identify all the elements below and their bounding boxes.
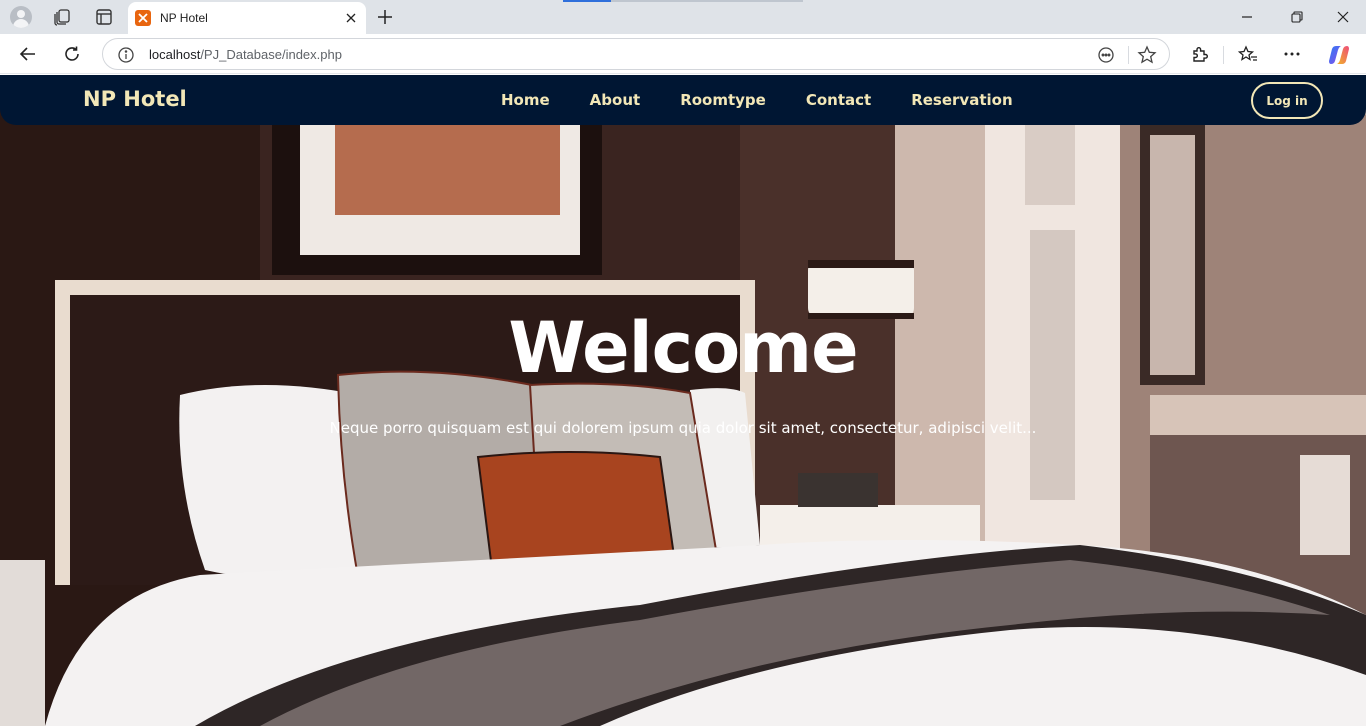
nav-link-contact[interactable]: Contact	[806, 91, 871, 109]
new-tab-icon	[378, 10, 392, 24]
address-bar[interactable]: localhost/PJ_Database/index.php	[102, 38, 1170, 70]
site-navbar: NP Hotel Home About Roomtype Contact Res…	[0, 75, 1366, 125]
hero-title: Welcome	[508, 307, 858, 389]
reload-icon	[65, 46, 79, 61]
close-icon	[346, 13, 356, 23]
brand-logo[interactable]: NP Hotel	[83, 87, 187, 111]
profile-icon	[10, 6, 32, 28]
hotel-room-photo	[0, 75, 1366, 726]
copilot-icon	[1329, 46, 1349, 64]
more-button[interactable]	[1280, 42, 1304, 66]
minimize-button[interactable]	[1236, 6, 1258, 28]
login-button[interactable]: Log in	[1251, 82, 1323, 119]
reader-icon[interactable]	[1096, 45, 1116, 65]
tab-actions-icon	[96, 9, 112, 25]
xampp-favicon	[135, 10, 151, 26]
nav-link-reservation[interactable]: Reservation	[911, 91, 1012, 109]
browser-tab-bar: NP Hotel	[0, 0, 1366, 34]
maximize-icon	[1291, 11, 1303, 23]
hero-section	[0, 75, 1366, 726]
toolbar-separator	[1223, 46, 1224, 64]
tab-actions-button[interactable]	[92, 5, 116, 29]
extensions-button[interactable]	[1188, 42, 1212, 66]
favorite-star-icon[interactable]	[1137, 45, 1157, 65]
main-nav: Home About Roomtype Contact Reservation	[501, 91, 1053, 109]
nav-link-roomtype[interactable]: Roomtype	[680, 91, 766, 109]
new-tab-button[interactable]	[374, 6, 396, 28]
workspaces-button[interactable]	[50, 5, 74, 29]
back-icon	[19, 47, 35, 61]
tab-title: NP Hotel	[160, 11, 208, 25]
info-icon[interactable]	[117, 46, 135, 64]
window-close-icon	[1337, 11, 1349, 23]
workspaces-icon	[54, 9, 70, 26]
hero-subtitle: Neque porro quisquam est qui dolorem ips…	[329, 419, 1037, 437]
favorites-button[interactable]	[1236, 42, 1260, 66]
extensions-icon	[1193, 47, 1208, 62]
minimize-icon	[1242, 16, 1252, 18]
address-separator	[1128, 46, 1129, 64]
url-host: localhost	[149, 47, 201, 62]
copilot-button[interactable]	[1326, 42, 1352, 68]
url-path: /PJ_Database/index.php	[200, 47, 342, 62]
web-page: NP Hotel Home About Roomtype Contact Res…	[0, 75, 1366, 726]
url-text[interactable]: localhost/PJ_Database/index.php	[149, 47, 342, 62]
close-tab-button[interactable]	[342, 9, 360, 27]
reload-button[interactable]	[60, 42, 84, 66]
browser-tab[interactable]: NP Hotel	[128, 2, 366, 34]
back-button[interactable]	[16, 42, 40, 66]
more-icon	[1284, 52, 1300, 56]
nav-link-home[interactable]: Home	[501, 91, 550, 109]
address-bar-row: localhost/PJ_Database/index.php	[0, 34, 1366, 74]
window-close-button[interactable]	[1332, 6, 1354, 28]
nav-link-about[interactable]: About	[590, 91, 641, 109]
maximize-button[interactable]	[1286, 6, 1308, 28]
loading-indicator	[563, 0, 611, 2]
profile-button[interactable]	[8, 4, 34, 30]
favorites-icon	[1238, 45, 1257, 61]
loading-track	[611, 0, 803, 2]
